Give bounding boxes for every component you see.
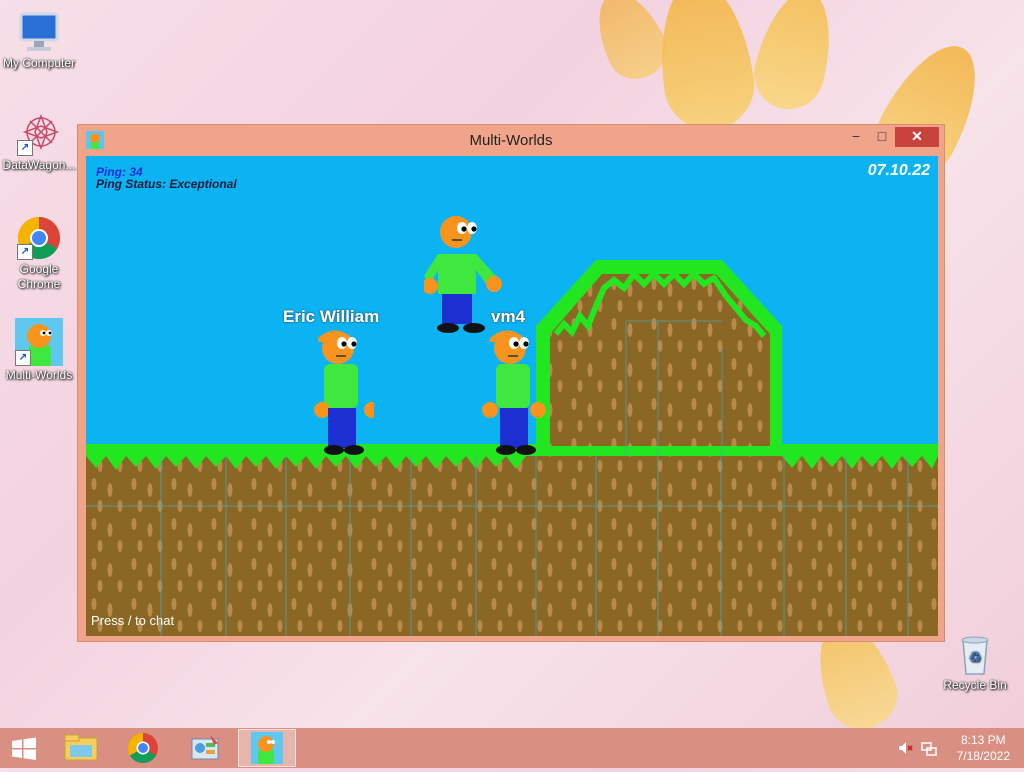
game-icon: ↗ bbox=[15, 318, 63, 366]
maximize-button[interactable]: □ bbox=[869, 127, 895, 147]
folder-icon bbox=[64, 734, 98, 761]
desktop-icon-my-computer[interactable]: My Computer bbox=[1, 10, 77, 71]
app-window: Multi-Worlds − □ ✕ Ping: 34 Ping Status:… bbox=[77, 124, 945, 642]
chrome-icon bbox=[127, 733, 158, 764]
shortcut-arrow-icon: ↗ bbox=[15, 350, 31, 366]
datawagon-icon: ↗ bbox=[17, 112, 61, 156]
desktop-icon-label: DataWagon... bbox=[2, 158, 76, 172]
shortcut-arrow-icon: ↗ bbox=[17, 140, 33, 156]
taskbar-multi-worlds[interactable] bbox=[238, 729, 296, 767]
computer-icon bbox=[17, 10, 61, 54]
window-titlebar[interactable]: Multi-Worlds − □ ✕ bbox=[78, 125, 944, 155]
desktop-icon-label: Multi-Worlds bbox=[5, 368, 73, 382]
minimize-button[interactable]: − bbox=[843, 127, 869, 147]
desktop-icon-label: Recycle Bin bbox=[943, 678, 1007, 692]
recycle-bin-icon: ♻ bbox=[953, 632, 997, 676]
player-character bbox=[482, 330, 546, 455]
shortcut-arrow-icon: ↗ bbox=[17, 244, 33, 260]
speaker-muted-icon[interactable] bbox=[897, 740, 913, 756]
taskbar: 8:13 PM 7/18/2022 bbox=[0, 728, 1024, 768]
player-character bbox=[424, 216, 502, 333]
hill bbox=[536, 260, 782, 456]
ground bbox=[86, 444, 938, 636]
system-clock[interactable]: 8:13 PM 7/18/2022 bbox=[957, 732, 1010, 764]
desktop-icon-google-chrome[interactable]: ↗ Google Chrome bbox=[1, 216, 77, 292]
wallpaper-petal bbox=[746, 0, 844, 117]
desktop-icon-multi-worlds[interactable]: ↗ Multi-Worlds bbox=[1, 318, 77, 383]
taskbar-chrome[interactable] bbox=[114, 729, 172, 767]
taskbar-control-panel[interactable] bbox=[176, 729, 234, 767]
start-button[interactable] bbox=[0, 729, 48, 767]
desktop-icon-recycle-bin[interactable]: ♻ Recycle Bin bbox=[937, 632, 1013, 693]
clock-date: 7/18/2022 bbox=[956, 749, 1010, 763]
close-button[interactable]: ✕ bbox=[895, 127, 939, 147]
chat-hint: Press / to chat bbox=[91, 613, 175, 628]
clock-time: 8:13 PM bbox=[960, 733, 1006, 747]
ping-status: Ping Status: Exceptional bbox=[96, 177, 237, 191]
svg-text:♻: ♻ bbox=[969, 650, 982, 666]
game-date: 07.10.22 bbox=[867, 162, 930, 179]
desktop-icon-datawagon[interactable]: ↗ DataWagon... bbox=[1, 112, 77, 173]
game-canvas[interactable]: Ping: 34 Ping Status: Exceptional 07.10.… bbox=[86, 156, 938, 636]
window-title: Multi-Worlds bbox=[469, 132, 553, 149]
game-icon bbox=[251, 732, 283, 764]
player-character bbox=[314, 330, 374, 455]
taskbar-file-explorer[interactable] bbox=[52, 729, 110, 767]
chrome-icon: ↗ bbox=[17, 216, 61, 260]
desktop-icon-label: My Computer bbox=[2, 56, 76, 70]
control-panel-icon bbox=[191, 735, 219, 760]
desktop-icon-label: Google Chrome bbox=[17, 262, 61, 291]
windows-logo-icon bbox=[12, 737, 36, 760]
network-icon[interactable] bbox=[921, 740, 937, 756]
wallpaper-petal bbox=[649, 0, 761, 136]
